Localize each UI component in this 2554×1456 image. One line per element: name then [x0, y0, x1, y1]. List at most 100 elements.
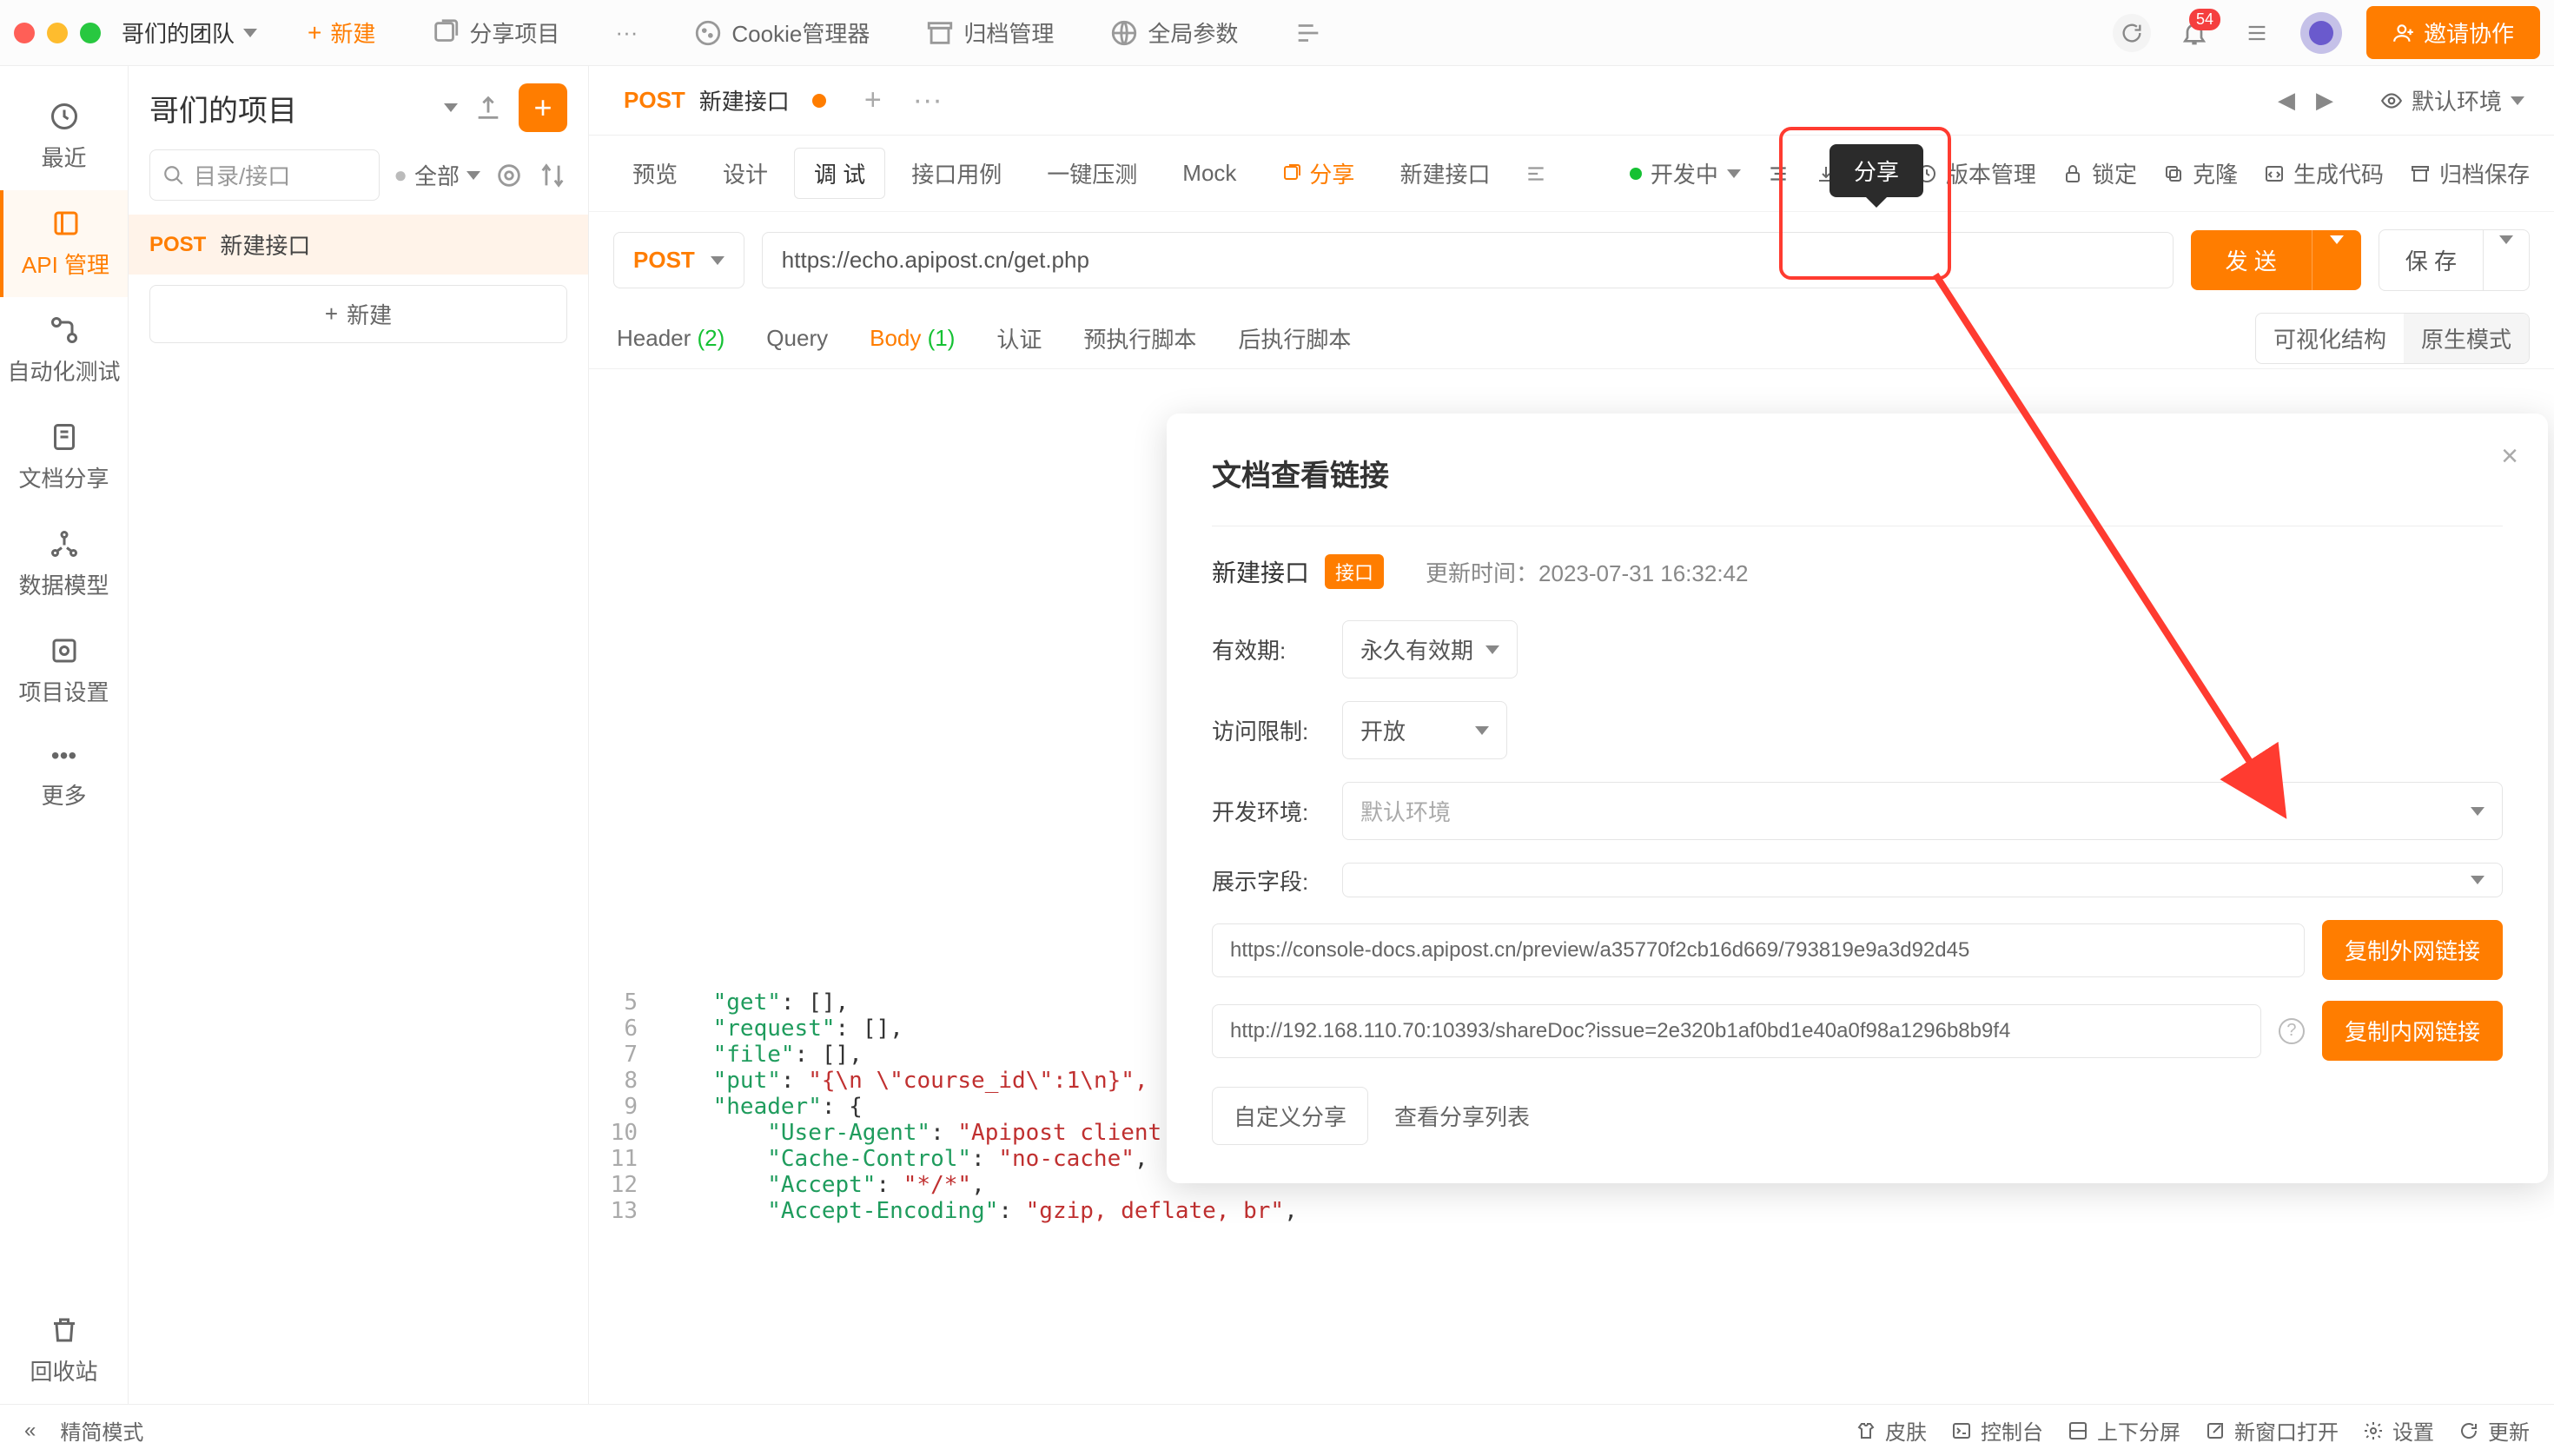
view-raw[interactable]: 原生模式 — [2404, 314, 2529, 363]
subtab-share[interactable]: 分享 — [1262, 149, 1373, 198]
subtab-cases[interactable]: 接口用例 — [892, 149, 1021, 198]
lock-label: 锁定 — [2092, 157, 2137, 189]
sidebar-search[interactable]: 目录/接口 — [149, 149, 380, 201]
validate-select[interactable]: 按undefined校验 — [2314, 943, 2537, 995]
tab-more-button[interactable]: ··· — [897, 83, 958, 117]
sidebar-new-button[interactable]: + 新建 — [149, 285, 567, 343]
project-dropdown-icon[interactable] — [444, 103, 458, 112]
subtab-newapi[interactable]: 新建接口 — [1380, 149, 1509, 198]
lock-button[interactable]: 锁定 — [2062, 157, 2137, 189]
avatar[interactable] — [2300, 12, 2342, 54]
new-button[interactable]: + 新建 — [288, 10, 394, 56]
footer-refresh[interactable]: 更新 — [2458, 1415, 2530, 1446]
view-visual[interactable]: 可视化结构 — [2256, 314, 2404, 363]
menu-button[interactable] — [2238, 14, 2276, 52]
tab-add-button[interactable]: + — [849, 83, 897, 117]
footer-console[interactable]: 控制台 — [1951, 1415, 2043, 1446]
archive-save-button[interactable]: 归档保存 — [2410, 157, 2530, 189]
reqtab-header[interactable]: Header (2) — [613, 311, 728, 366]
reqtab-post[interactable]: 后执行脚本 — [1234, 308, 1354, 368]
rail-api-label: API 管理 — [22, 248, 109, 280]
rail-doc[interactable]: 文档分享 — [0, 404, 128, 511]
cookie-manager-button[interactable]: Cookie管理器 — [674, 10, 889, 56]
status-indicator[interactable]: 开发中 — [1630, 157, 1741, 189]
globe-icon — [1109, 18, 1139, 48]
footer-mode[interactable]: 精简模式 — [60, 1415, 143, 1446]
team-selector[interactable]: 哥们的团队 — [122, 17, 257, 49]
version-button[interactable]: 版本管理 — [1916, 157, 2036, 189]
share-project-button[interactable]: 分享项目 — [412, 10, 579, 56]
footer: « 精简模式 皮肤 控制台 上下分屏 新窗口打开 设置 更新 — [0, 1404, 2554, 1456]
sidebar-add-button[interactable]: + — [519, 83, 567, 132]
archive-icon — [2410, 163, 2431, 184]
indent-icon[interactable] — [1525, 162, 1547, 185]
cookie-icon — [693, 18, 723, 48]
method-select[interactable]: POST — [613, 232, 744, 288]
collapse-button[interactable] — [1274, 11, 1342, 55]
subtab-debug[interactable]: 调 试 — [794, 148, 885, 199]
tab-next-button[interactable]: ▶ — [2316, 87, 2333, 114]
rail-api[interactable]: API 管理 — [0, 190, 128, 297]
subtab-design[interactable]: 设计 — [704, 149, 787, 198]
exp-select[interactable]: 永久有效期 — [1342, 620, 1518, 678]
env-selector[interactable]: 默认环境 — [2380, 84, 2524, 116]
invite-button[interactable]: 邀请协作 — [2366, 6, 2540, 59]
sort-icon[interactable] — [538, 161, 567, 190]
result-toggle[interactable] — [2151, 956, 2203, 983]
chevron-down-icon — [711, 256, 725, 265]
rail-auto[interactable]: 自动化测试 — [0, 297, 128, 404]
indent-icon[interactable] — [1767, 162, 1790, 185]
window-min-dot[interactable] — [47, 23, 68, 43]
rail-trash[interactable]: 回收站 — [0, 1297, 128, 1404]
close-button[interactable]: × — [2501, 440, 2518, 473]
more-menu[interactable]: ··· — [596, 12, 657, 53]
access-select[interactable]: 开放 — [1342, 701, 1507, 759]
codegen-button[interactable]: 生成代码 — [2264, 157, 2384, 189]
archive-button[interactable]: 归档管理 — [906, 10, 1073, 56]
right-panel-collapsed[interactable]: « 字 段 描 述 — [2502, 500, 2554, 711]
target-icon[interactable] — [494, 161, 524, 190]
subtab-preview[interactable]: 预览 — [613, 149, 697, 198]
sync-icon — [2120, 21, 2144, 45]
window-max-dot[interactable] — [80, 23, 101, 43]
subtab-stress[interactable]: 一键压测 — [1028, 149, 1156, 198]
filter-label: 全部 — [414, 159, 460, 191]
footer-settings[interactable]: 设置 — [2363, 1415, 2434, 1446]
url-input[interactable]: https://echo.apipost.cn/get.php — [762, 232, 2174, 288]
sync-button[interactable] — [2113, 14, 2151, 52]
reqtab-pre[interactable]: 预执行脚本 — [1080, 308, 1200, 368]
reqtab-auth[interactable]: 认证 — [993, 308, 1045, 368]
window-close-dot[interactable] — [14, 23, 35, 43]
result-label: 结果 — [2085, 953, 2130, 985]
rail-recent[interactable]: 最近 — [0, 83, 128, 190]
upload-icon[interactable] — [473, 93, 503, 122]
reqtab-query[interactable]: Query — [763, 311, 831, 366]
save-dropdown[interactable] — [2484, 229, 2530, 291]
notification-button[interactable]: 54 — [2175, 14, 2213, 52]
send-dropdown[interactable] — [2312, 230, 2361, 290]
footer-collapse[interactable]: « — [24, 1419, 36, 1443]
api-icon — [50, 208, 82, 239]
reqtab-body[interactable]: Body (1) — [866, 311, 958, 366]
rail-settings[interactable]: 项目设置 — [0, 618, 128, 725]
tab-prev-button[interactable]: ◀ — [2278, 87, 2295, 114]
eye-icon — [2380, 89, 2403, 112]
download-circle-icon[interactable] — [2512, 879, 2537, 903]
rail-more[interactable]: ••• 更多 — [0, 725, 128, 828]
env-select[interactable]: 默认环境 — [1342, 782, 2503, 840]
subtab-mock[interactable]: Mock — [1163, 151, 1255, 195]
response-body-code[interactable]: 5 "get": [],6 "request": [],7 "file": []… — [589, 977, 2554, 1404]
footer-split[interactable]: 上下分屏 — [2068, 1415, 2180, 1446]
clone-button[interactable]: 克隆 — [2163, 157, 2238, 189]
rail-model[interactable]: 数据模型 — [0, 511, 128, 618]
footer-skin[interactable]: 皮肤 — [1856, 1415, 1927, 1446]
sidebar-item-label: 新建接口 — [220, 228, 310, 261]
sidebar-filter[interactable]: ● 全部 — [394, 159, 480, 191]
send-button[interactable]: 发 送 — [2191, 230, 2312, 290]
sidebar-item[interactable]: POST 新建接口 — [129, 215, 588, 275]
editor-tab[interactable]: POST 新建接口 — [601, 66, 849, 135]
global-params-button[interactable]: 全局参数 — [1090, 10, 1257, 56]
save-button[interactable]: 保 存 — [2379, 229, 2484, 291]
footer-newwindow[interactable]: 新窗口打开 — [2205, 1415, 2339, 1446]
rp-char: 述 — [2518, 665, 2537, 693]
